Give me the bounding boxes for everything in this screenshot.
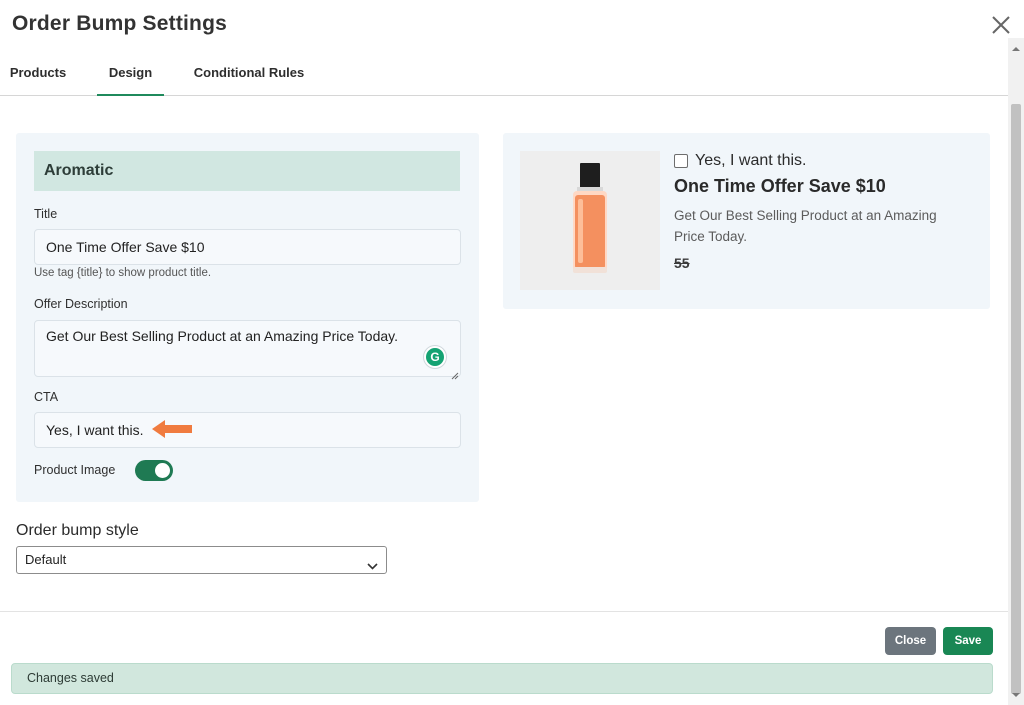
order-bump-style-value: Default xyxy=(25,552,67,567)
pointer-arrow-icon xyxy=(150,418,194,440)
offer-description-textarea[interactable]: Get Our Best Selling Product at an Amazi… xyxy=(34,320,461,377)
cta-label: CTA xyxy=(34,390,59,404)
tab-conditional-rules[interactable]: Conditional Rules xyxy=(186,52,312,96)
perfume-bottle-icon xyxy=(520,151,660,290)
status-alert: Changes saved xyxy=(11,663,993,694)
scrollbar-thumb[interactable] xyxy=(1011,104,1021,694)
scroll-up-arrow-icon[interactable] xyxy=(1008,42,1024,54)
toggle-knob xyxy=(155,463,170,478)
grammarly-icon[interactable]: G xyxy=(424,346,446,368)
product-image-label: Product Image xyxy=(34,463,116,477)
cta-input[interactable]: Yes, I want this. xyxy=(34,412,461,448)
chevron-down-icon xyxy=(367,555,378,570)
product-image-toggle[interactable] xyxy=(135,460,173,481)
tab-bar: Products Design Conditional Rules xyxy=(0,52,1008,96)
preview-price: 55 xyxy=(674,255,690,271)
offer-description-label: Offer Description xyxy=(34,297,128,311)
modal-title: Order Bump Settings xyxy=(12,12,227,35)
product-image xyxy=(520,151,660,290)
save-button[interactable]: Save xyxy=(943,627,993,655)
scrollbar[interactable] xyxy=(1008,38,1024,705)
title-label: Title xyxy=(34,207,58,221)
order-bump-style-select[interactable]: Default xyxy=(16,546,387,574)
tab-products[interactable]: Products xyxy=(0,52,76,96)
scroll-down-arrow-icon[interactable] xyxy=(1008,688,1024,700)
product-name-heading: Aromatic xyxy=(34,151,460,191)
preview-offer-description: Get Our Best Selling Product at an Amazi… xyxy=(674,208,937,244)
close-button[interactable]: Close xyxy=(885,627,936,655)
resize-grip-icon[interactable] xyxy=(451,367,459,380)
title-help-text: Use tag {title} to show product title. xyxy=(34,267,212,279)
close-icon[interactable] xyxy=(988,12,1014,38)
tab-design[interactable]: Design xyxy=(97,52,164,96)
design-form-panel: Aromatic Title One Time Offer Save $10 U… xyxy=(16,133,479,502)
title-input[interactable]: One Time Offer Save $10 xyxy=(34,229,461,265)
order-bump-preview: Yes, I want this. One Time Offer Save $1… xyxy=(503,133,990,309)
preview-offer-title: One Time Offer Save $10 xyxy=(674,176,886,196)
preview-cta-text: Yes, I want this. xyxy=(695,152,807,169)
order-bump-style-label: Order bump style xyxy=(16,522,139,539)
preview-accept-checkbox[interactable] xyxy=(674,154,688,168)
footer-divider xyxy=(0,611,1008,612)
